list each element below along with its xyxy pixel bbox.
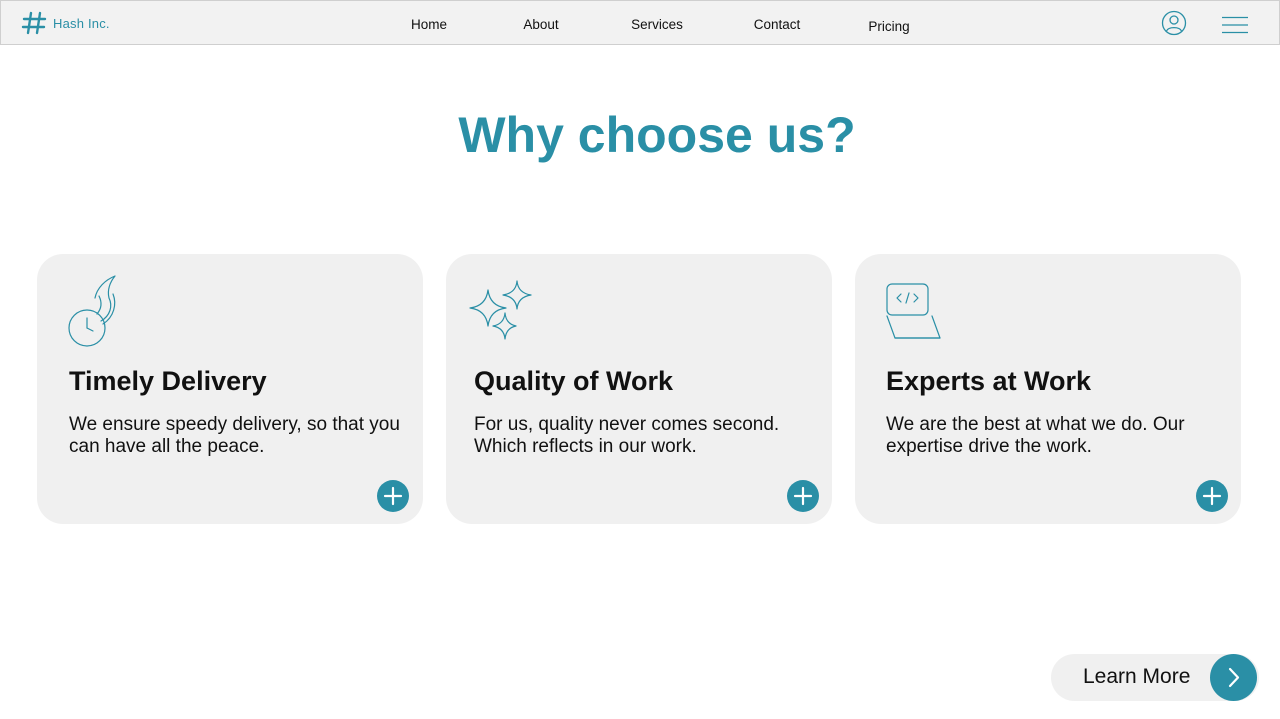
- card-title: Quality of Work: [474, 366, 674, 396]
- brand-link[interactable]: Hash Inc.: [21, 10, 110, 36]
- expand-button[interactable]: [787, 480, 819, 512]
- learn-more-button[interactable]: Learn More: [1051, 654, 1259, 701]
- section-heading: Why choose us?: [458, 107, 856, 163]
- nav-link-services[interactable]: Services: [631, 17, 683, 32]
- card-title: Experts at Work: [886, 366, 1092, 396]
- card-title: Timely Delivery: [69, 366, 267, 396]
- laptop-code-icon: [885, 282, 943, 345]
- feature-card-quality-of-work: Quality of Work For us, quality never co…: [446, 254, 832, 524]
- hamburger-menu-icon[interactable]: [1221, 16, 1249, 34]
- card-description: We are the best at what we do. Our exper…: [886, 414, 1185, 457]
- user-circle-icon[interactable]: [1161, 10, 1187, 36]
- expand-button[interactable]: [1196, 480, 1228, 512]
- top-navbar: Hash Inc. Home About Services Contact Pr…: [0, 0, 1280, 45]
- feature-card-timely-delivery: Timely Delivery We ensure speedy deliver…: [37, 254, 423, 524]
- feature-card-experts-at-work: Experts at Work We are the best at what …: [855, 254, 1241, 524]
- hash-icon: [21, 10, 47, 36]
- expand-button[interactable]: [377, 480, 409, 512]
- plus-icon: [383, 486, 403, 506]
- sparkles-icon: [468, 280, 534, 347]
- nav-link-pricing[interactable]: Pricing: [868, 19, 909, 34]
- card-description: For us, quality never comes second. Whic…: [474, 414, 780, 457]
- learn-more-label: Learn More: [1083, 665, 1191, 688]
- nav-link-about[interactable]: About: [523, 17, 558, 32]
- chevron-right-icon: [1210, 654, 1257, 701]
- nav-link-home[interactable]: Home: [411, 17, 447, 32]
- card-description: We ensure speedy delivery, so that you c…: [69, 414, 400, 457]
- plus-icon: [1202, 486, 1222, 506]
- plus-icon: [793, 486, 813, 506]
- flaming-clock-icon: [65, 274, 121, 355]
- nav-link-contact[interactable]: Contact: [754, 17, 801, 32]
- brand-name: Hash Inc.: [53, 15, 110, 31]
